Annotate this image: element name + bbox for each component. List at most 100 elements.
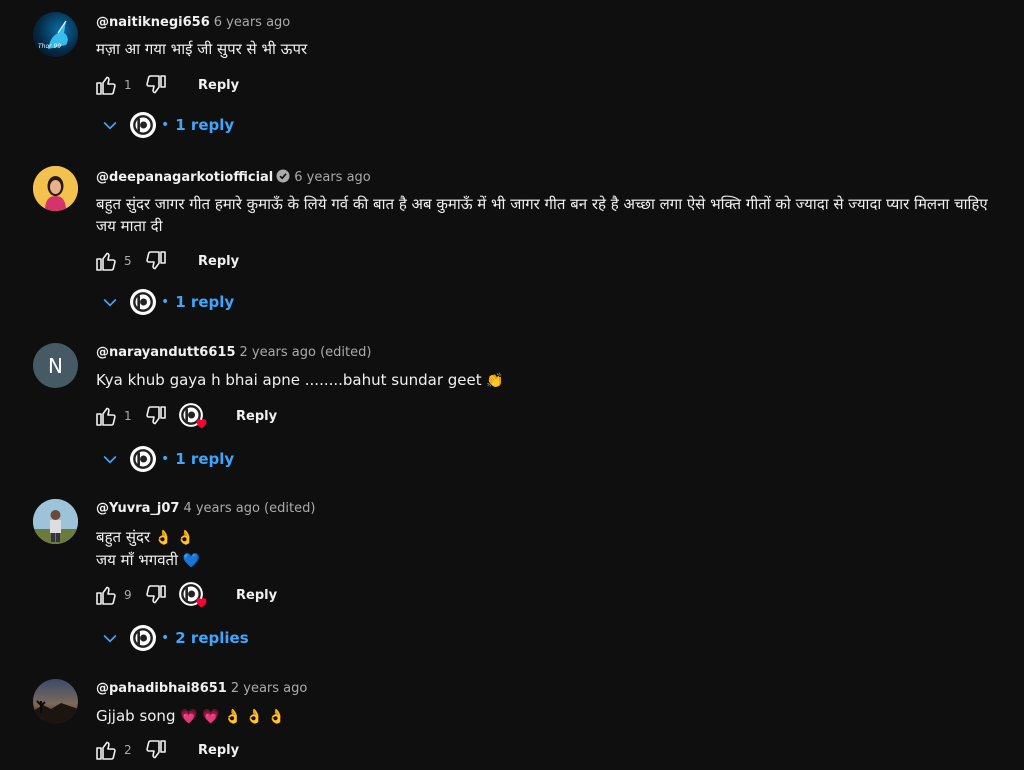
view-replies-button[interactable]: • 2 replies <box>100 623 249 653</box>
dislike-button[interactable] <box>144 583 168 607</box>
avatar-letter: N <box>48 353 63 378</box>
person-avatar-icon <box>33 166 78 211</box>
author-name[interactable]: @pahadibhai8651 <box>96 681 227 696</box>
comment-text-content: Kya khub gaya h bhai apne ........bahut … <box>96 371 482 389</box>
channel-logo-icon <box>130 446 156 472</box>
timestamp[interactable]: 6 years ago <box>294 170 370 185</box>
channel-avatar <box>130 625 156 651</box>
comment-text-line2: जय माँ भगवती <box>96 551 178 569</box>
thumbs-down-icon <box>144 738 168 762</box>
avatar[interactable] <box>33 499 78 544</box>
timestamp[interactable]: 2 years ago (edited) <box>239 345 371 360</box>
like-button[interactable] <box>94 738 118 762</box>
person-avatar-icon <box>33 499 78 544</box>
ok-hand-emoji: 👌 👌 <box>154 530 195 546</box>
avatar-label: Thor 99 <box>38 43 62 50</box>
like-button[interactable] <box>94 404 118 428</box>
dislike-button[interactable] <box>144 73 168 97</box>
thumbs-up-icon <box>94 73 118 97</box>
avatar[interactable] <box>33 166 78 211</box>
channel-avatar <box>130 112 156 138</box>
reply-button[interactable]: Reply <box>198 254 239 269</box>
comment-header: @pahadibhai8651 2 years ago <box>96 681 307 696</box>
separator-dot: • <box>161 117 170 133</box>
clap-emoji: 👏 <box>486 373 504 389</box>
author-name[interactable]: @Yuvra_j07 <box>96 501 179 516</box>
thumbs-up-icon <box>94 249 118 273</box>
reply-button[interactable]: Reply <box>236 588 277 603</box>
replies-count[interactable]: 1 reply <box>175 450 234 468</box>
dislike-button[interactable] <box>144 738 168 762</box>
view-replies-button[interactable]: • 1 reply <box>100 287 234 317</box>
action-bar: 1 Reply <box>94 403 277 429</box>
comment-text-line1: बहुत सुंदर <box>96 528 151 546</box>
thumbs-down-icon <box>144 73 168 97</box>
thumbs-up-icon <box>94 404 118 428</box>
separator-dot: • <box>161 294 170 310</box>
dislike-button[interactable] <box>144 249 168 273</box>
replies-count[interactable]: 2 replies <box>175 629 248 647</box>
action-bar: 9 Reply <box>94 582 277 608</box>
chevron-down-icon <box>100 292 120 312</box>
action-bar: 2 Reply <box>94 737 239 763</box>
heart-icon <box>196 598 207 608</box>
reply-button[interactable]: Reply <box>236 409 277 424</box>
like-count: 9 <box>124 588 132 602</box>
replies-count[interactable]: 1 reply <box>175 293 234 311</box>
chevron-down-icon <box>100 115 120 135</box>
avatar[interactable] <box>33 679 78 724</box>
channel-logo-icon <box>130 112 156 138</box>
like-button[interactable] <box>94 73 118 97</box>
comment-text: बहुत सुंदर 👌 👌 जय माँ भगवती 💙 <box>96 526 996 572</box>
reply-button[interactable]: Reply <box>198 78 239 93</box>
like-count: 1 <box>124 78 132 92</box>
separator-dot: • <box>161 451 170 467</box>
author-name[interactable]: @deepanagarkotiofficial <box>96 170 273 185</box>
channel-avatar <box>130 446 156 472</box>
reply-button[interactable]: Reply <box>198 743 239 758</box>
like-count: 1 <box>124 409 132 423</box>
thumbs-down-icon <box>144 249 168 273</box>
comment-header: @narayandutt6615 2 years ago (edited) <box>96 345 371 360</box>
like-count: 2 <box>124 743 132 757</box>
channel-avatar <box>130 289 156 315</box>
heart-ok-emoji: 💗 💗 👌 👌 👌 <box>180 709 286 725</box>
like-button[interactable] <box>94 249 118 273</box>
landscape-avatar-icon <box>33 700 78 724</box>
thumbs-down-icon <box>144 404 168 428</box>
thumbs-up-icon <box>94 738 118 762</box>
comment-text: Gjjab song 💗 💗 👌 👌 👌 <box>96 705 996 728</box>
avatar[interactable]: N <box>33 343 78 388</box>
chevron-down-icon <box>100 449 120 469</box>
comment-header: @Yuvra_j07 4 years ago (edited) <box>96 501 315 516</box>
creator-heart <box>178 581 207 609</box>
comment-header: @deepanagarkotiofficial 6 years ago <box>96 169 371 185</box>
comment-text: बहुत सुंदर जागर गीत हमारे कुमाऊँ के लिये… <box>96 195 988 235</box>
creator-heart <box>178 402 207 430</box>
timestamp[interactable]: 6 years ago <box>214 15 290 30</box>
action-bar: 1 Reply <box>94 72 239 98</box>
channel-logo-icon <box>130 625 156 651</box>
like-count: 5 <box>124 254 132 268</box>
comment-text: Kya khub gaya h bhai apne ........bahut … <box>96 369 996 392</box>
blue-heart-emoji: 💙 <box>182 553 201 569</box>
separator-dot: • <box>161 630 170 646</box>
view-replies-button[interactable]: • 1 reply <box>100 110 234 140</box>
like-button[interactable] <box>94 583 118 607</box>
comment-text: मज़ा आ गया भाई जी सुपर से भी ऊपर <box>96 40 308 58</box>
author-name[interactable]: @narayandutt6615 <box>96 345 235 360</box>
timestamp[interactable]: 2 years ago <box>231 681 307 696</box>
replies-count[interactable]: 1 reply <box>175 116 234 134</box>
dislike-button[interactable] <box>144 404 168 428</box>
channel-logo-icon <box>130 289 156 315</box>
heart-icon <box>196 419 207 429</box>
comment-text-content: Gjjab song <box>96 707 176 725</box>
view-replies-button[interactable]: • 1 reply <box>100 444 234 474</box>
thumbs-down-icon <box>144 583 168 607</box>
chevron-down-icon <box>100 628 120 648</box>
author-name[interactable]: @naitiknegi656 <box>96 15 210 30</box>
comment-header: @naitiknegi656 6 years ago <box>96 15 290 30</box>
verified-badge-icon <box>276 169 290 183</box>
avatar[interactable]: Thor 99 <box>33 12 78 57</box>
timestamp[interactable]: 4 years ago (edited) <box>183 501 315 516</box>
